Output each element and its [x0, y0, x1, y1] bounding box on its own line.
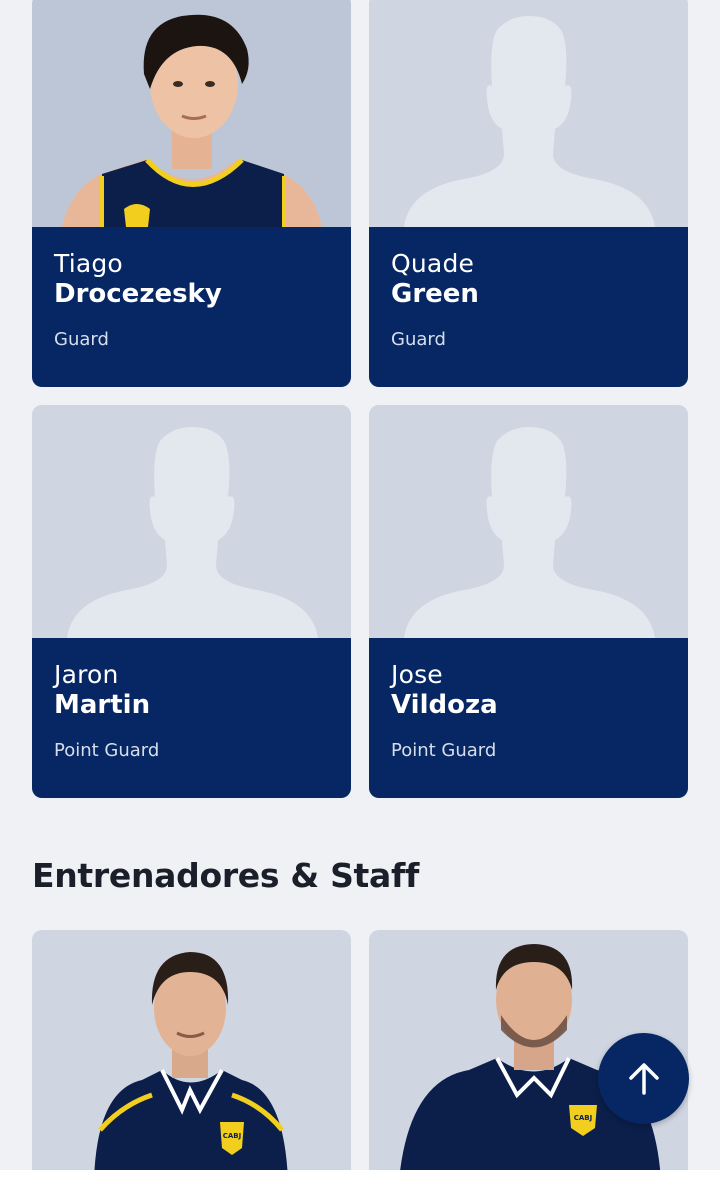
section-title: Entrenadores & Staff: [32, 856, 420, 895]
player-portrait: [62, 14, 322, 227]
player-photo-placeholder: [369, 405, 688, 638]
player-info: Tiago Drocezesky Guard: [32, 227, 351, 387]
player-position: Guard: [54, 329, 109, 350]
club-logo-text: CABJ: [223, 1132, 242, 1140]
player-position: Guard: [391, 329, 446, 350]
player-first-name: Jaron: [54, 660, 119, 689]
player-photo-placeholder: [369, 0, 688, 227]
staff-card[interactable]: CABJ: [32, 930, 351, 1180]
player-first-name: Jose: [391, 660, 443, 689]
staff-portrait: CABJ: [94, 952, 288, 1180]
bottom-edge: [0, 1170, 720, 1187]
club-logo-text: CABJ: [574, 1114, 593, 1122]
player-first-name: Quade: [391, 249, 475, 278]
silhouette-icon: [67, 427, 318, 638]
player-card[interactable]: Jaron Martin Point Guard: [32, 405, 351, 798]
player-card[interactable]: Tiago Drocezesky Guard: [32, 0, 351, 387]
player-last-name: Vildoza: [391, 690, 498, 720]
player-photo: [32, 0, 351, 227]
scroll-to-top-button[interactable]: [598, 1033, 689, 1124]
silhouette-icon: [404, 16, 655, 227]
player-info: Jose Vildoza Point Guard: [369, 638, 688, 798]
arrow-up-icon: [628, 1062, 659, 1095]
player-photo-placeholder: [32, 405, 351, 638]
player-first-name: Tiago: [54, 249, 123, 278]
player-position: Point Guard: [54, 740, 160, 761]
player-position: Point Guard: [391, 740, 497, 761]
player-info: Quade Green Guard: [369, 227, 688, 387]
player-last-name: Martin: [54, 690, 151, 720]
player-card[interactable]: Jose Vildoza Point Guard: [369, 405, 688, 798]
player-card[interactable]: Quade Green Guard: [369, 0, 688, 387]
silhouette-icon: [404, 427, 655, 638]
player-info: Jaron Martin Point Guard: [32, 638, 351, 798]
player-last-name: Drocezesky: [54, 279, 222, 309]
player-last-name: Green: [391, 279, 479, 309]
